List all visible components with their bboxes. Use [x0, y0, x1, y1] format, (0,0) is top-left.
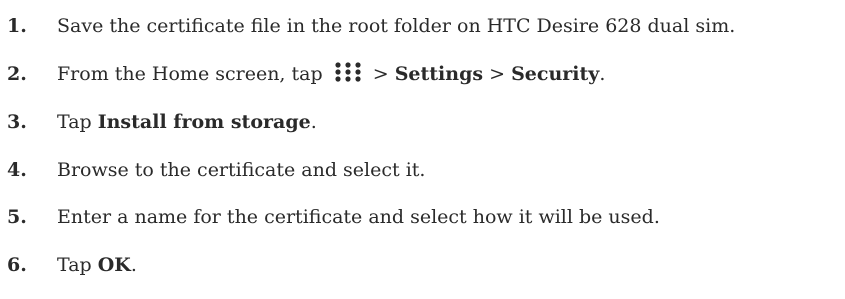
step-number: 2. [7, 63, 27, 85]
step-text: Browse to the certificate and select it. [57, 159, 426, 181]
security-label: Security [511, 63, 600, 85]
step-6: 6. Tap OK. [0, 248, 137, 282]
step-number: 1. [7, 15, 27, 37]
step-text-part: Tap [57, 111, 98, 133]
step-3: 3. Tap Install from storage. [0, 105, 317, 139]
settings-label: Settings [394, 63, 484, 85]
step-text: From the Home screen, tap > Settings > S… [57, 62, 606, 85]
period: . [130, 254, 137, 276]
step-text: Save the certificate file in the root fo… [57, 15, 736, 37]
period: . [310, 111, 317, 133]
step-number: 6. [7, 254, 27, 276]
step-text: Enter a name for the certificate and sel… [57, 206, 660, 228]
period: . [599, 63, 606, 85]
step-text: Tap Install from storage. [57, 111, 317, 133]
step-4: 4. Browse to the certificate and select … [0, 153, 425, 187]
step-5: 5. Enter a name for the certificate and … [0, 200, 660, 234]
step-text-part: From the Home screen, tap [57, 63, 323, 85]
separator: > [366, 63, 395, 85]
step-1: 1. Save the certificate file in the root… [0, 9, 735, 43]
apps-grid-icon [335, 62, 361, 82]
step-number: 5. [7, 206, 27, 228]
install-from-storage-label: Install from storage [97, 111, 311, 133]
step-text: Tap OK. [57, 254, 137, 276]
ok-label: OK [97, 254, 131, 276]
step-number: 4. [7, 159, 27, 181]
step-2: 2. From the Home screen, tap > Settings … [0, 57, 605, 91]
separator: > [483, 63, 512, 85]
instruction-steps: 1. Save the certificate file in the root… [0, 0, 845, 299]
step-number: 3. [7, 111, 27, 133]
step-text-part: Tap [57, 254, 98, 276]
